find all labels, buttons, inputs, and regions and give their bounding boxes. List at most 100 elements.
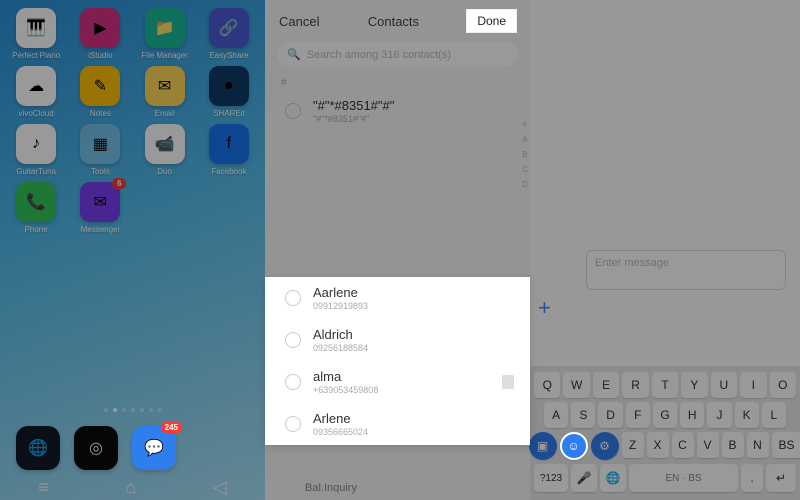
radio-unchecked-icon[interactable]	[285, 374, 301, 390]
page-dot[interactable]	[122, 408, 126, 412]
key-f[interactable]: F	[626, 402, 650, 428]
key-o[interactable]: O	[770, 372, 796, 398]
contact-row[interactable]: Arlene 09356665024	[265, 403, 530, 445]
nav-recent-icon[interactable]: ≡	[38, 478, 49, 496]
app-vivocloud[interactable]: ☁vivoCloud	[4, 66, 68, 118]
contact-row[interactable]: Aarlene 09912919893	[265, 277, 530, 319]
key-l[interactable]: L	[762, 402, 786, 428]
contacts-header: Cancel Contacts Done	[265, 0, 530, 38]
search-placeholder: Search among 316 contact(s)	[307, 49, 451, 61]
key-v[interactable]: V	[697, 432, 719, 458]
cancel-button[interactable]: Cancel	[279, 14, 319, 29]
key-s[interactable]: S	[571, 402, 595, 428]
message-input[interactable]: Enter message	[586, 250, 786, 290]
symbols-key[interactable]: ?123	[534, 464, 568, 492]
page-dot[interactable]	[104, 408, 108, 412]
enter-key[interactable]: ↵	[766, 464, 796, 492]
home-screen: 🎹Perfect Piano▶iStudio📁File Manager🔗Easy…	[0, 0, 265, 500]
dock-messages[interactable]: 💬245	[132, 426, 176, 470]
key-n[interactable]: N	[747, 432, 769, 458]
key-r[interactable]: R	[622, 372, 648, 398]
app-guitartuna[interactable]: ♪GuitarTuna	[4, 124, 68, 176]
app-tools[interactable]: ▦Tools	[68, 124, 132, 176]
duo-icon: 📹	[145, 124, 185, 164]
key-h[interactable]: H	[680, 402, 704, 428]
key-c[interactable]: C	[672, 432, 694, 458]
page-dot[interactable]	[149, 408, 153, 412]
contact-row[interactable]: alma +639053459808	[265, 361, 530, 403]
app-file-manager[interactable]: 📁File Manager	[133, 8, 197, 60]
phone-icon: 📞	[16, 182, 56, 222]
app-shareit[interactable]: ●SHAREit	[197, 66, 261, 118]
app-duo[interactable]: 📹Duo	[133, 124, 197, 176]
key-k[interactable]: K	[735, 402, 759, 428]
app-messenger[interactable]: ✉6Messenger	[68, 182, 132, 234]
alpha-index[interactable]: # ABCD	[522, 120, 528, 189]
key-q[interactable]: Q	[534, 372, 560, 398]
contacts-picker: Cancel Contacts Done 🔍 Search among 316 …	[265, 0, 530, 500]
globe-key-icon[interactable]: 🌐	[600, 464, 626, 492]
index-D[interactable]: D	[522, 180, 528, 189]
app-label: GuitarTuna	[16, 167, 56, 176]
key-g[interactable]: G	[653, 402, 677, 428]
app-notes[interactable]: ✎Notes	[68, 66, 132, 118]
key-a[interactable]: A	[544, 402, 568, 428]
index-C[interactable]: C	[522, 165, 528, 174]
nav-home-icon[interactable]: ⌂	[125, 478, 136, 496]
picture-key-icon[interactable]: ▣	[529, 432, 557, 460]
key-w[interactable]: W	[563, 372, 589, 398]
key-i[interactable]: I	[740, 372, 766, 398]
voice-key-icon[interactable]: 🎤	[571, 464, 597, 492]
key-x[interactable]: X	[647, 432, 669, 458]
contact-number: 09256188584	[313, 343, 368, 353]
page-dot[interactable]	[158, 408, 162, 412]
index-A[interactable]: A	[522, 135, 528, 144]
app-facebook[interactable]: fFacebook	[197, 124, 261, 176]
add-attachment-button[interactable]: +	[538, 295, 551, 321]
settings-key-icon[interactable]: ⚙	[591, 432, 619, 460]
key-e[interactable]: E	[593, 372, 619, 398]
dock-camera[interactable]: ◎	[74, 426, 118, 470]
period-key[interactable]: .	[741, 464, 763, 492]
backspace-key[interactable]: BS	[772, 432, 800, 458]
emoji-key-icon[interactable]: ☺	[560, 432, 588, 460]
key-d[interactable]: D	[598, 402, 622, 428]
page-dot[interactable]	[131, 408, 135, 412]
app-email[interactable]: ✉Email	[133, 66, 197, 118]
key-j[interactable]: J	[707, 402, 731, 428]
app-phone[interactable]: 📞 Phone	[4, 182, 68, 234]
app-label: Phone	[25, 225, 48, 234]
index-B[interactable]: B	[522, 150, 528, 159]
app-label: vivoCloud	[19, 109, 54, 118]
index-#[interactable]: #	[522, 120, 528, 129]
key-z[interactable]: Z	[622, 432, 644, 458]
space-key[interactable]: EN · BS	[629, 464, 738, 492]
key-u[interactable]: U	[711, 372, 737, 398]
contact-row[interactable]: "#"*#8351#"#" "#"*#8351#"#"	[265, 90, 530, 132]
radio-unchecked-icon[interactable]	[285, 416, 301, 432]
app-label: File Manager	[141, 51, 188, 60]
contact-name: Arlene	[313, 411, 368, 426]
app-istudio[interactable]: ▶iStudio	[68, 8, 132, 60]
section-header-hash: #	[265, 75, 530, 90]
app-label: SHAREit	[213, 109, 245, 118]
contact-row[interactable]: Aldrich 09256188584	[265, 319, 530, 361]
key-t[interactable]: T	[652, 372, 678, 398]
compose-area: Enter message +	[530, 0, 800, 366]
radio-unchecked-icon[interactable]	[285, 332, 301, 348]
done-button[interactable]: Done	[467, 10, 516, 32]
key-b[interactable]: B	[722, 432, 744, 458]
nav-back-icon[interactable]: ◁	[213, 478, 227, 496]
page-dot[interactable]	[140, 408, 144, 412]
page-dot[interactable]	[113, 408, 117, 412]
contacts-search[interactable]: 🔍 Search among 316 contact(s)	[277, 42, 518, 67]
app-perfect-piano[interactable]: 🎹Perfect Piano	[4, 8, 68, 60]
app-easyshare[interactable]: 🔗EasyShare	[197, 8, 261, 60]
easyshare-icon: 🔗	[209, 8, 249, 48]
radio-unchecked-icon[interactable]	[285, 103, 301, 119]
dock-browser[interactable]: 🌐	[16, 426, 60, 470]
key-y[interactable]: Y	[681, 372, 707, 398]
app-label: iStudio	[88, 51, 112, 60]
contact-name: alma	[313, 369, 378, 384]
radio-unchecked-icon[interactable]	[285, 290, 301, 306]
